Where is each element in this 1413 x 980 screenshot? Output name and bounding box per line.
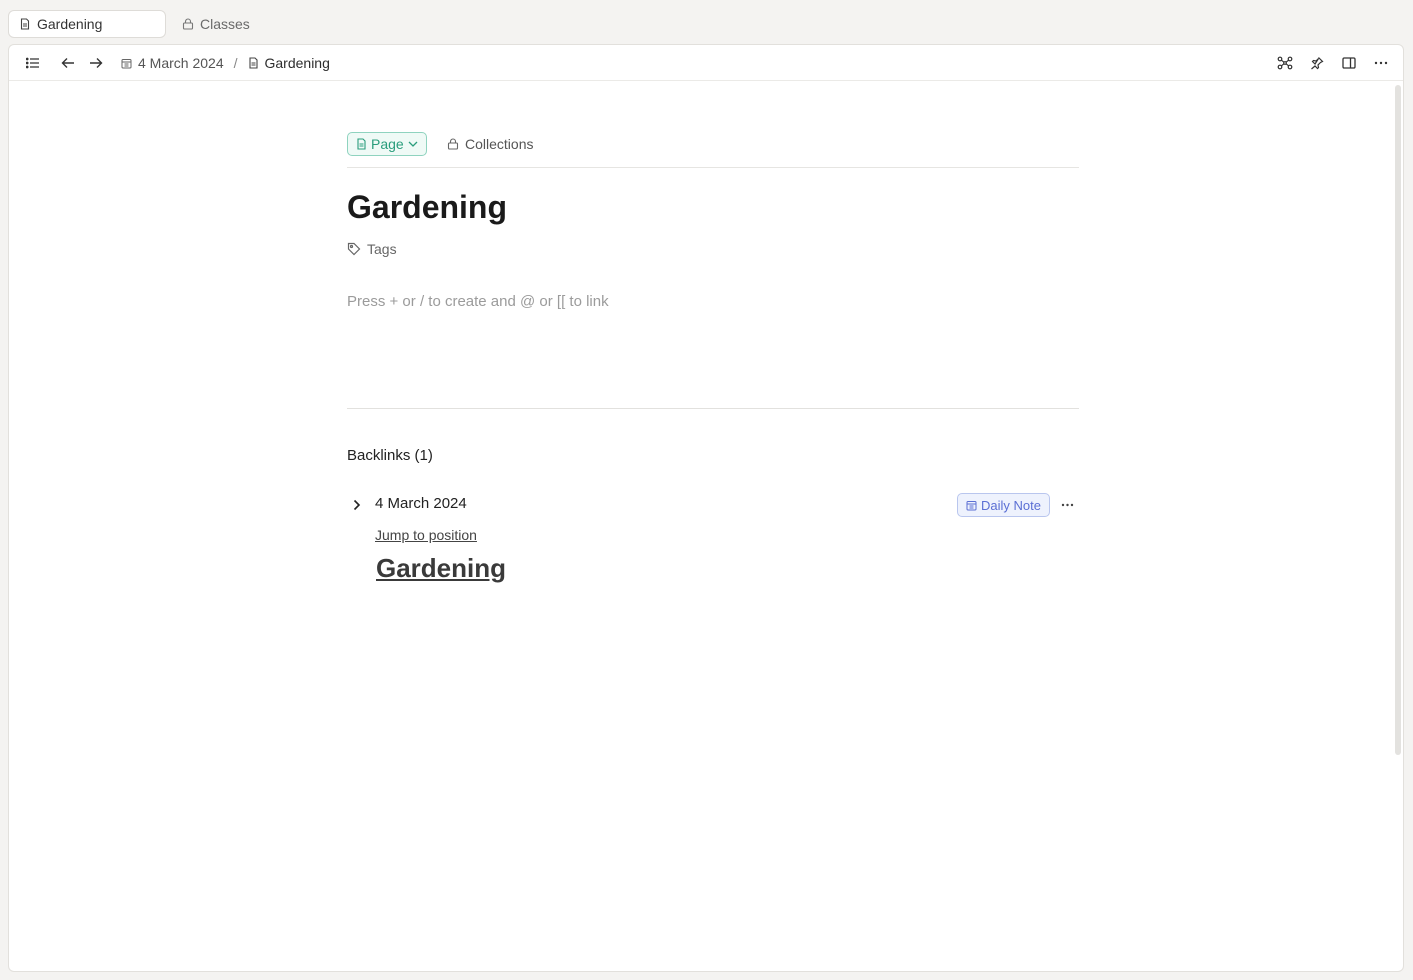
- chevron-right-icon: [353, 499, 361, 511]
- graph-icon: [1277, 56, 1293, 70]
- page-title[interactable]: Gardening: [347, 189, 507, 226]
- tab-gardening[interactable]: Gardening: [8, 10, 166, 38]
- sidebar-toggle-button[interactable]: [1337, 51, 1361, 75]
- jump-to-position-link[interactable]: Jump to position: [375, 527, 477, 543]
- page-icon: [356, 138, 367, 150]
- backlink-date[interactable]: 4 March 2024: [375, 495, 467, 512]
- editor-placeholder[interactable]: Press + or / to create and @ or [[ to li…: [347, 293, 1079, 310]
- breadcrumb-current-label: Gardening: [264, 55, 330, 71]
- tag-icon: [347, 242, 361, 256]
- page-type-label: Page: [371, 136, 404, 152]
- page-type-dropdown[interactable]: Page: [347, 132, 427, 156]
- tags-label: Tags: [367, 241, 397, 257]
- chevron-down-icon: [408, 141, 418, 147]
- scrollbar[interactable]: [1395, 85, 1401, 755]
- arrow-right-icon: [89, 57, 103, 69]
- breadcrumb-parent-label: 4 March 2024: [138, 55, 224, 71]
- outline-toggle-button[interactable]: [21, 51, 45, 75]
- page-icon: [248, 57, 259, 69]
- main-window: 4 March 2024 / Gardening Page Collection…: [8, 44, 1404, 972]
- tab-label: Gardening: [37, 16, 103, 32]
- calendar-icon: [121, 58, 132, 69]
- backlinks-heading: Backlinks (1): [347, 447, 433, 464]
- backlink-item: 4 March 2024 Daily Note: [347, 493, 1079, 517]
- daily-note-badge[interactable]: Daily Note: [957, 493, 1050, 517]
- tab-label: Classes: [200, 16, 250, 32]
- arrow-left-icon: [61, 57, 75, 69]
- breadcrumb-current[interactable]: Gardening: [248, 55, 330, 71]
- backlink-page-link[interactable]: Gardening: [376, 553, 506, 584]
- tab-classes[interactable]: Classes: [172, 10, 260, 38]
- calendar-icon: [966, 500, 977, 511]
- forward-button[interactable]: [84, 51, 108, 75]
- lock-icon: [182, 18, 194, 30]
- more-options-button[interactable]: [1369, 51, 1393, 75]
- breadcrumb: 4 March 2024 / Gardening: [121, 45, 330, 81]
- expand-backlink-button[interactable]: [347, 494, 367, 516]
- collections-label: Collections: [465, 136, 534, 152]
- sidebar-icon: [1342, 57, 1356, 69]
- page-type-row: Page Collections: [347, 131, 1079, 168]
- breadcrumb-parent[interactable]: 4 March 2024: [121, 55, 224, 71]
- daily-note-label: Daily Note: [981, 497, 1041, 513]
- ellipsis-icon: [1374, 61, 1388, 65]
- pin-icon: [1310, 56, 1324, 70]
- collections-button[interactable]: Collections: [447, 132, 533, 156]
- graph-button[interactable]: [1273, 51, 1297, 75]
- ellipsis-icon: [1061, 503, 1074, 507]
- breadcrumb-separator: /: [233, 55, 238, 71]
- toolbar: 4 March 2024 / Gardening: [9, 45, 1403, 81]
- page-icon: [19, 18, 31, 30]
- backlink-more-button[interactable]: [1055, 493, 1079, 517]
- tags-button[interactable]: Tags: [347, 241, 397, 257]
- divider: [347, 408, 1079, 409]
- back-button[interactable]: [56, 51, 80, 75]
- tab-strip: Gardening Classes: [0, 6, 1413, 44]
- list-icon: [26, 57, 40, 69]
- pin-button[interactable]: [1305, 51, 1329, 75]
- lock-icon: [447, 138, 459, 150]
